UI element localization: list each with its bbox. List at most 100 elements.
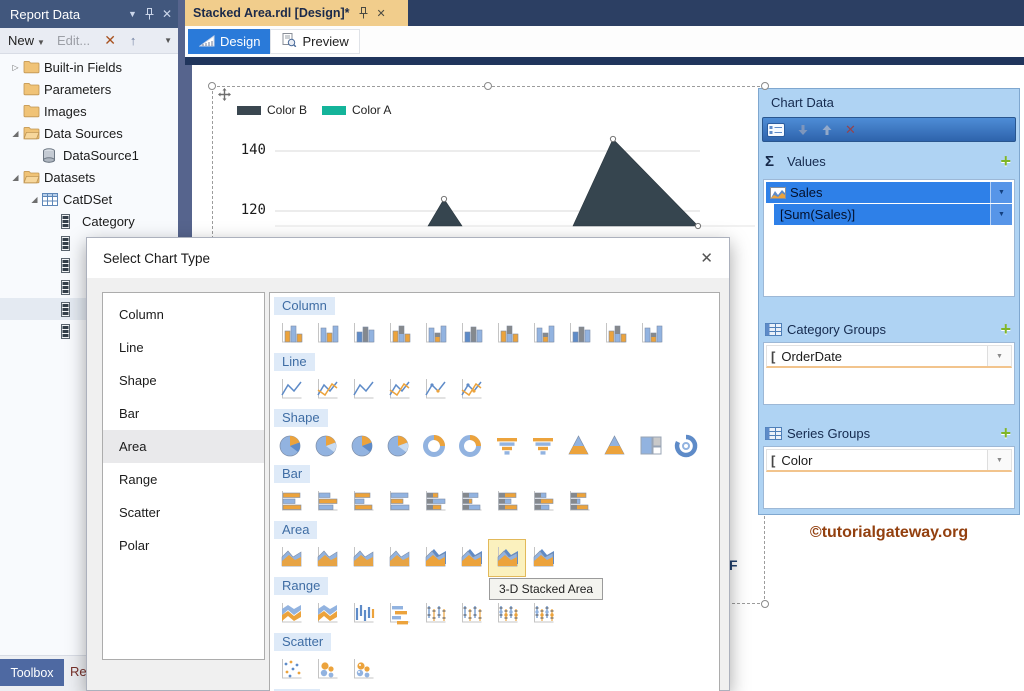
- move-handle-icon[interactable]: [218, 88, 231, 104]
- shape-chart-type-icon-7[interactable]: [492, 431, 522, 461]
- move-up-icon[interactable]: ↑: [130, 33, 137, 48]
- shape-chart-type-icon-12[interactable]: [672, 431, 702, 461]
- area-chart-type-icon-5[interactable]: [420, 543, 450, 573]
- shape-chart-type-icon-10[interactable]: [600, 431, 630, 461]
- add-field-icon[interactable]: +: [1000, 320, 1011, 338]
- tree-item-images[interactable]: Images: [0, 100, 178, 122]
- move-down-icon[interactable]: [797, 124, 809, 136]
- column-chart-type-icon-6[interactable]: [456, 319, 486, 349]
- area-chart-type-icon-8[interactable]: [528, 543, 558, 573]
- toolbar-overflow-chevron-icon[interactable]: ▼: [164, 36, 172, 45]
- group-row-0[interactable]: [OrderDate ▼: [766, 345, 1012, 368]
- dropdown-button[interactable]: ▼: [990, 182, 1012, 203]
- range-chart-type-icon-7[interactable]: [492, 599, 522, 629]
- chart-category-scatter[interactable]: Scatter: [103, 496, 264, 529]
- tab-preview[interactable]: Preview: [270, 29, 360, 54]
- chart-category-bar[interactable]: Bar: [103, 397, 264, 430]
- tree-item-built-in-fields[interactable]: ▷ Built-in Fields: [0, 56, 178, 78]
- bar-chart-type-icon-9[interactable]: [564, 487, 594, 517]
- scatter-chart-type-icon-2[interactable]: [312, 655, 342, 685]
- shape-chart-type-icon-8[interactable]: [528, 431, 558, 461]
- window-position-chevron-icon[interactable]: ▼: [128, 9, 137, 19]
- line-chart-type-icon-5[interactable]: [420, 375, 450, 405]
- chart-category-range[interactable]: Range: [103, 463, 264, 496]
- close-icon[interactable]: ✕: [700, 249, 713, 267]
- bar-chart-type-icon-4[interactable]: [384, 487, 414, 517]
- chart-category-column[interactable]: Column: [103, 298, 264, 331]
- column-chart-type-icon-11[interactable]: [636, 319, 666, 349]
- chart-category-line[interactable]: Line: [103, 331, 264, 364]
- tree-item-parameters[interactable]: Parameters: [0, 78, 178, 100]
- area-chart-type-icon-2[interactable]: [312, 543, 342, 573]
- bar-chart-type-icon-2[interactable]: [312, 487, 342, 517]
- expander-expanded-icon[interactable]: ◢: [8, 129, 23, 138]
- add-field-icon[interactable]: +: [1000, 152, 1011, 170]
- bar-chart-type-icon-1[interactable]: [276, 487, 306, 517]
- shape-chart-type-icon-1[interactable]: [276, 431, 306, 461]
- group-row-0[interactable]: [Color ▼: [766, 449, 1012, 472]
- close-icon[interactable]: ✕: [377, 7, 386, 20]
- range-chart-type-icon-1[interactable]: [276, 599, 306, 629]
- area-chart-type-icon-1[interactable]: [276, 543, 306, 573]
- column-chart-type-icon-7[interactable]: [492, 319, 522, 349]
- new-button[interactable]: New ▼: [8, 33, 45, 48]
- line-chart-type-icon-1[interactable]: [276, 375, 306, 405]
- expander-expanded-icon[interactable]: ◢: [8, 173, 23, 182]
- expander-collapsed-icon[interactable]: ▷: [8, 63, 23, 72]
- range-chart-type-icon-3[interactable]: [348, 599, 378, 629]
- pin-icon[interactable]: [145, 8, 154, 20]
- range-chart-type-icon-2[interactable]: [312, 599, 342, 629]
- report-data-titlebar[interactable]: Report Data ▼ ✕: [0, 0, 178, 28]
- column-chart-type-icon-4[interactable]: [384, 319, 414, 349]
- tree-item-datasource1[interactable]: DataSource1: [0, 144, 178, 166]
- selection-handle[interactable]: [761, 600, 769, 608]
- shape-chart-type-icon-9[interactable]: [564, 431, 594, 461]
- tab-toolbox[interactable]: Toolbox: [0, 659, 64, 686]
- expander-expanded-icon[interactable]: ◢: [27, 195, 42, 204]
- shape-chart-type-icon-2[interactable]: [312, 431, 342, 461]
- scatter-chart-type-icon-3[interactable]: [348, 655, 378, 685]
- bar-chart-type-icon-8[interactable]: [528, 487, 558, 517]
- column-chart-type-icon-8[interactable]: [528, 319, 558, 349]
- selection-handle[interactable]: [761, 82, 769, 90]
- shape-chart-type-icon-6[interactable]: [456, 431, 486, 461]
- shape-chart-type-icon-5[interactable]: [420, 431, 450, 461]
- column-chart-type-icon-3[interactable]: [348, 319, 378, 349]
- line-chart-type-icon-4[interactable]: [384, 375, 414, 405]
- chart-category-polar[interactable]: Polar: [103, 529, 264, 562]
- chart-category-area[interactable]: Area: [103, 430, 264, 463]
- delete-icon[interactable]: ✕: [104, 32, 116, 49]
- edit-button[interactable]: Edit...: [57, 33, 90, 48]
- document-tab[interactable]: Stacked Area.rdl [Design]* ✕: [185, 0, 408, 26]
- tree-item-catdset[interactable]: ◢ CatDSet: [0, 188, 178, 210]
- tab-report-data-partial[interactable]: Re: [70, 664, 87, 679]
- move-up-icon[interactable]: [821, 124, 833, 136]
- bar-chart-type-icon-7[interactable]: [492, 487, 522, 517]
- range-chart-type-icon-8[interactable]: [528, 599, 558, 629]
- dropdown-button[interactable]: ▼: [987, 450, 1011, 470]
- chart-category-shape[interactable]: Shape: [103, 364, 264, 397]
- area-chart-type-icon-7[interactable]: [492, 543, 522, 573]
- add-field-icon[interactable]: +: [1000, 424, 1011, 442]
- shape-chart-type-icon-11[interactable]: [636, 431, 666, 461]
- bar-chart-type-icon-6[interactable]: [456, 487, 486, 517]
- shape-chart-type-icon-3[interactable]: [348, 431, 378, 461]
- tree-item-category[interactable]: Category: [0, 210, 178, 232]
- column-chart-type-icon-1[interactable]: [276, 319, 306, 349]
- value-row-0[interactable]: Sales ▼: [766, 182, 1012, 203]
- range-chart-type-icon-6[interactable]: [456, 599, 486, 629]
- delete-icon[interactable]: ✕: [845, 122, 856, 138]
- shape-chart-type-icon-4[interactable]: [384, 431, 414, 461]
- selection-handle[interactable]: [208, 82, 216, 90]
- range-chart-type-icon-5[interactable]: [420, 599, 450, 629]
- column-chart-type-icon-2[interactable]: [312, 319, 342, 349]
- area-chart-type-icon-6[interactable]: [456, 543, 486, 573]
- bar-chart-type-icon-3[interactable]: [348, 487, 378, 517]
- tab-design[interactable]: Design: [188, 29, 271, 54]
- column-chart-type-icon-10[interactable]: [600, 319, 630, 349]
- line-chart-type-icon-6[interactable]: [456, 375, 486, 405]
- selection-handle[interactable]: [484, 82, 492, 90]
- column-chart-type-icon-5[interactable]: [420, 319, 450, 349]
- column-chart-type-icon-9[interactable]: [564, 319, 594, 349]
- area-chart-type-icon-4[interactable]: [384, 543, 414, 573]
